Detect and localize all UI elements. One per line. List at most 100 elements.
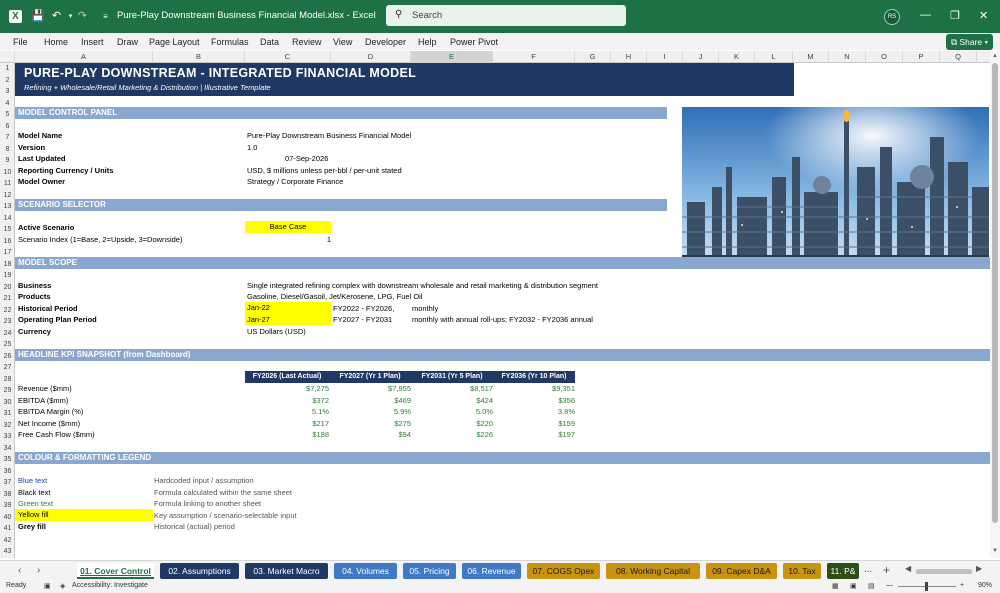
row-header[interactable]: 20 [0, 282, 15, 294]
row-header[interactable]: 43 [0, 546, 15, 558]
menu-developer[interactable]: Developer [365, 37, 406, 47]
customize-toolbar-icon[interactable]: ≡ [99, 10, 112, 23]
row-header[interactable]: 10 [0, 167, 15, 179]
row-header[interactable]: 17 [0, 247, 15, 259]
kpi-value[interactable]: $7,955 [329, 383, 411, 395]
row-header[interactable]: 15 [0, 224, 15, 236]
tab-pl[interactable]: 11. P& [827, 563, 859, 579]
row-header[interactable]: 33 [0, 431, 15, 443]
row-header[interactable]: 7 [0, 132, 15, 144]
share-button[interactable]: ⧉ Share ▾ [946, 34, 993, 50]
column-header[interactable]: O [866, 51, 903, 63]
select-all-corner[interactable] [0, 51, 15, 63]
horizontal-scroll-left-icon[interactable]: ◀ [905, 564, 911, 573]
row-header[interactable]: 30 [0, 397, 15, 409]
column-header[interactable]: F [493, 51, 575, 63]
row-header[interactable]: 34 [0, 443, 15, 455]
column-header[interactable]: I [647, 51, 683, 63]
minimize-icon[interactable]: — [920, 9, 931, 21]
value-operating-frequency[interactable]: monthly with annual roll-ups; FY2032 - F… [412, 314, 593, 326]
row-header[interactable]: 2 [0, 75, 15, 87]
kpi-value[interactable]: $7,275 [245, 383, 329, 395]
value-operating-range[interactable]: FY2027 - FY2031 [333, 314, 392, 326]
tab-cover-control[interactable]: 01. Cover Control [77, 563, 154, 579]
tab-assumptions[interactable]: 02. Assumptions [160, 563, 239, 579]
value-currency[interactable]: US Dollars (USD) [247, 326, 306, 338]
kpi-value[interactable]: $159 [493, 418, 575, 430]
menu-page-layout[interactable]: Page Layout [149, 37, 200, 47]
row-header[interactable]: 38 [0, 489, 15, 501]
tab-pricing[interactable]: 05. Pricing [403, 563, 456, 579]
row-header[interactable]: 39 [0, 500, 15, 512]
kpi-value[interactable]: $220 [411, 418, 493, 430]
row-header[interactable]: 31 [0, 408, 15, 420]
column-header[interactable]: D [331, 51, 411, 63]
row-header[interactable]: 40 [0, 512, 15, 524]
row-header[interactable]: 13 [0, 201, 15, 213]
row-header[interactable]: 42 [0, 535, 15, 547]
row-header[interactable]: 41 [0, 523, 15, 535]
zoom-slider-thumb[interactable] [925, 582, 928, 591]
value-scenario-index[interactable]: 1 [321, 234, 331, 246]
kpi-value[interactable]: $188 [245, 429, 329, 441]
menu-draw[interactable]: Draw [117, 37, 138, 47]
tab-scroll-left-icon[interactable]: ‹ [18, 565, 21, 576]
row-header[interactable]: 4 [0, 98, 15, 110]
kpi-value[interactable]: $9,351 [493, 383, 575, 395]
kpi-value[interactable]: 5.1% [245, 406, 329, 418]
column-header[interactable]: N [829, 51, 866, 63]
row-header[interactable]: 28 [0, 374, 15, 386]
row-header[interactable]: 29 [0, 385, 15, 397]
column-header[interactable]: H [611, 51, 647, 63]
menu-view[interactable]: View [333, 37, 352, 47]
kpi-value[interactable]: 3.8% [493, 406, 575, 418]
page-break-view-icon[interactable]: ▤ [868, 582, 875, 590]
menu-insert[interactable]: Insert [81, 37, 104, 47]
row-header[interactable]: 8 [0, 144, 15, 156]
row-header[interactable]: 16 [0, 236, 15, 248]
column-header[interactable]: C [245, 51, 331, 63]
row-header[interactable]: 27 [0, 362, 15, 374]
kpi-value[interactable]: $226 [411, 429, 493, 441]
zoom-in-icon[interactable]: + [960, 582, 964, 589]
value-historical-range[interactable]: FY2022 - FY2026, [333, 303, 394, 315]
horizontal-scroll-right-icon[interactable]: ▶ [976, 564, 982, 573]
autosave-icon[interactable]: 💾 [31, 10, 45, 23]
row-header[interactable]: 21 [0, 293, 15, 305]
add-sheet-icon[interactable]: + [883, 563, 890, 577]
historical-start-input[interactable]: Jan-22 [245, 302, 331, 314]
column-header[interactable]: K [719, 51, 755, 63]
redo-icon[interactable]: ↷ [76, 10, 89, 23]
horizontal-scrollbar[interactable] [916, 569, 972, 574]
scroll-thumb[interactable] [992, 63, 998, 523]
tab-volumes[interactable]: 04. Volumes [334, 563, 397, 579]
row-header[interactable]: 1 [0, 63, 15, 75]
row-header[interactable]: 36 [0, 466, 15, 478]
value-model-name[interactable]: Pure-Play Downstream Business Financial … [247, 130, 411, 142]
kpi-value[interactable]: $197 [493, 429, 575, 441]
accessibility-status[interactable]: Accessibility: Investigate [72, 582, 148, 589]
kpi-value[interactable]: $356 [493, 395, 575, 407]
kpi-value[interactable]: 5.0% [411, 406, 493, 418]
value-model-owner[interactable]: Strategy / Corporate Finance [247, 176, 343, 188]
tab-capex-da[interactable]: 09. Capex D&A [706, 563, 777, 579]
menu-formulas[interactable]: Formulas [211, 37, 249, 47]
row-header[interactable]: 9 [0, 155, 15, 167]
menu-help[interactable]: Help [418, 37, 437, 47]
kpi-value[interactable]: $275 [329, 418, 411, 430]
kpi-value[interactable]: 5.9% [329, 406, 411, 418]
tab-tax[interactable]: 10. Tax [783, 563, 821, 579]
scroll-down-icon[interactable]: ▼ [992, 548, 998, 554]
value-business[interactable]: Single integrated refining complex with … [247, 280, 598, 292]
column-header[interactable]: L [755, 51, 793, 63]
row-header[interactable]: 24 [0, 328, 15, 340]
row-header[interactable]: 25 [0, 339, 15, 351]
row-header[interactable]: 12 [0, 190, 15, 202]
scroll-up-icon[interactable]: ▲ [992, 53, 998, 59]
row-header[interactable]: 32 [0, 420, 15, 432]
menu-power-pivot[interactable]: Power Pivot [450, 37, 498, 47]
undo-icon[interactable]: ↶ [50, 10, 63, 23]
search-input[interactable]: ⚲ Search [386, 5, 626, 26]
tab-market-macro[interactable]: 03. Market Macro [245, 563, 328, 579]
zoom-level[interactable]: 90% [978, 582, 992, 589]
